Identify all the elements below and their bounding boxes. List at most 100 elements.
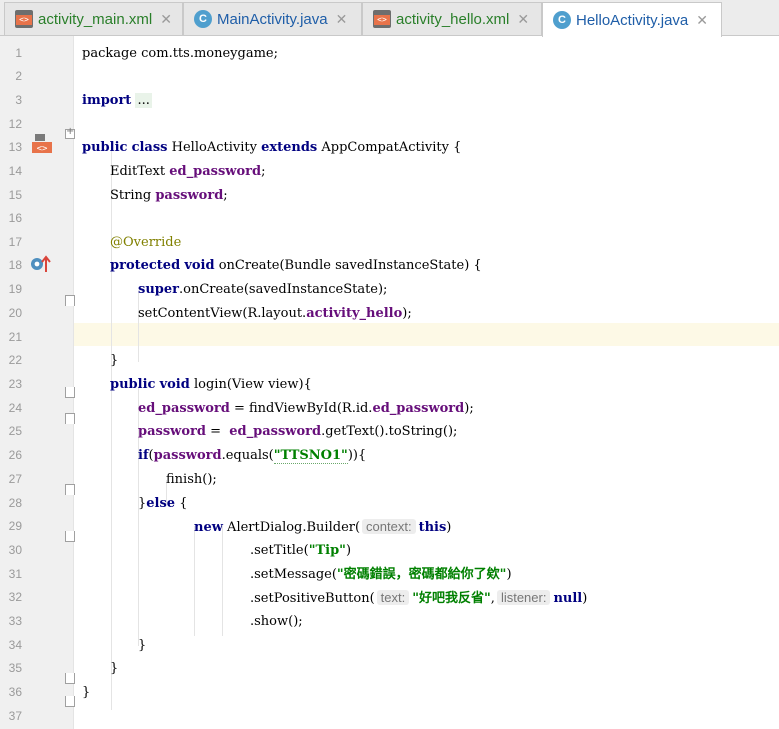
code-line-30: .setTitle("Tip") xyxy=(250,539,351,563)
line-number: 33 xyxy=(8,614,22,628)
code-line-31: .setMessage("密碼錯誤，密碼都給你了欸") xyxy=(250,563,512,587)
keyword: null xyxy=(553,591,583,606)
code-text: .setTitle( xyxy=(250,543,309,558)
code-text: login(View view){ xyxy=(193,377,312,392)
code-line-28: }else { xyxy=(138,492,188,516)
code-text: .equals( xyxy=(221,448,274,463)
code-line-29: new AlertDialog.Builder(context: this) xyxy=(194,515,451,539)
line-number: 30 xyxy=(8,543,22,557)
code-text: ); xyxy=(402,306,412,321)
keyword: this xyxy=(418,520,447,535)
parameter-hint: context: xyxy=(362,519,416,534)
indent-guide xyxy=(194,526,195,636)
keyword: protected xyxy=(110,258,181,273)
line-number: 16 xyxy=(8,211,22,225)
tab-activity-main-xml[interactable]: activity_main.xml ✕ xyxy=(4,2,183,35)
code-text: } xyxy=(82,685,91,700)
string-literal: "TTSNO1" xyxy=(273,448,348,464)
field: password xyxy=(155,188,224,203)
code-text: .onCreate(savedInstanceState); xyxy=(178,282,388,297)
keyword: class xyxy=(131,140,168,155)
code-text: } xyxy=(110,353,119,368)
code-text: AlertDialog.Builder( xyxy=(222,520,361,535)
folded-imports[interactable]: ... xyxy=(135,93,152,108)
field: ed_password xyxy=(138,401,230,416)
code-text: package com.tts.moneygame; xyxy=(82,46,278,61)
code-line-18: protected void onCreate(Bundle savedInst… xyxy=(110,254,482,278)
line-number: 20 xyxy=(8,306,22,320)
tab-hello-activity-java[interactable]: C HelloActivity.java ✕ xyxy=(542,2,722,37)
editor-gutter: 1 2 3 12 13 14 15 16 17 18 19 20 21 22 2… xyxy=(0,36,75,729)
field: ed_password xyxy=(229,424,322,439)
type: EditText xyxy=(110,164,166,179)
indent-guide xyxy=(222,526,223,636)
code-line-13: public class HelloActivity extends AppCo… xyxy=(82,136,461,160)
code-text: )){ xyxy=(347,448,367,463)
line-number: 28 xyxy=(8,496,22,510)
line-number: 19 xyxy=(8,282,22,296)
xml-layout-gutter-icon[interactable]: <> xyxy=(32,133,54,155)
close-icon[interactable]: ✕ xyxy=(517,11,529,28)
line-number: 25 xyxy=(8,424,22,438)
code-line-36: } xyxy=(82,681,90,705)
line-number: 35 xyxy=(8,661,22,675)
code-line-32: .setPositiveButton(text: "好吧我反省", listener… xyxy=(250,586,587,610)
keyword: public xyxy=(110,377,156,392)
type: String xyxy=(110,188,152,203)
tab-main-activity-java[interactable]: C MainActivity.java ✕ xyxy=(183,2,362,35)
code-line-34: } xyxy=(138,634,146,658)
keyword: extends xyxy=(261,140,318,155)
override-method-gutter-icon[interactable] xyxy=(30,254,52,274)
line-number: 17 xyxy=(8,235,22,249)
line-number: 22 xyxy=(8,353,22,367)
code-text: ) xyxy=(345,543,352,558)
line-number: 23 xyxy=(8,377,22,391)
code-text: ) xyxy=(446,520,452,535)
line-number: 18 xyxy=(8,258,22,272)
line-number: 13 xyxy=(8,140,22,154)
code-editor[interactable]: 1 2 3 12 13 14 15 16 17 18 19 20 21 22 2… xyxy=(0,36,779,729)
string-literal: "密碼錯誤，密碼都給你了欸" xyxy=(336,567,507,582)
xml-file-icon xyxy=(373,10,391,28)
code-line-27: finish(); xyxy=(166,468,217,492)
code-line-3: import ... xyxy=(82,89,152,113)
parameter-hint: text: xyxy=(376,590,410,605)
close-icon[interactable]: ✕ xyxy=(160,11,172,28)
code-line-1: package com.tts.moneygame; xyxy=(82,42,278,66)
code-line-35: } xyxy=(110,657,118,681)
line-number: 27 xyxy=(8,472,22,486)
code-area[interactable]: package com.tts.moneygame; import ... pu… xyxy=(74,36,779,729)
code-text: , xyxy=(490,591,495,606)
close-icon[interactable]: ✕ xyxy=(696,12,708,29)
code-line-26: if(password.equals("TTSNO1")){ xyxy=(138,444,366,468)
keyword: void xyxy=(184,258,215,273)
string-literal: "Tip" xyxy=(308,543,346,558)
code-text: } xyxy=(138,638,147,653)
line-number: 26 xyxy=(8,448,22,462)
xml-file-icon xyxy=(15,10,33,28)
code-line-20: setContentView(R.layout.activity_hello); xyxy=(138,302,412,326)
close-icon[interactable]: ✕ xyxy=(336,11,348,28)
line-number: 3 xyxy=(15,93,22,107)
keyword: if xyxy=(138,448,149,463)
code-text: finish(); xyxy=(166,472,217,487)
java-class-icon: C xyxy=(194,10,212,28)
code-text: setContentView(R.layout. xyxy=(138,306,307,321)
keyword: public xyxy=(82,140,128,155)
tab-activity-hello-xml[interactable]: activity_hello.xml ✕ xyxy=(362,2,542,35)
line-number: 31 xyxy=(8,567,22,581)
code-text: } xyxy=(110,661,119,676)
field: password xyxy=(138,424,206,439)
editor-tab-bar: activity_main.xml ✕ C MainActivity.java … xyxy=(0,0,779,37)
code-text: ; xyxy=(223,188,228,203)
code-text: { xyxy=(175,496,188,511)
tab-label: HelloActivity.java xyxy=(576,11,689,29)
line-number: 1 xyxy=(15,46,22,60)
code-text: .getText().toString(); xyxy=(321,424,458,439)
code-line-17: @Override xyxy=(110,231,181,255)
line-number: 14 xyxy=(8,164,22,178)
keyword: import xyxy=(82,93,132,108)
code-line-19: super.onCreate(savedInstanceState); xyxy=(138,278,387,302)
code-text: ) xyxy=(582,591,588,606)
line-number: 12 xyxy=(8,117,22,131)
